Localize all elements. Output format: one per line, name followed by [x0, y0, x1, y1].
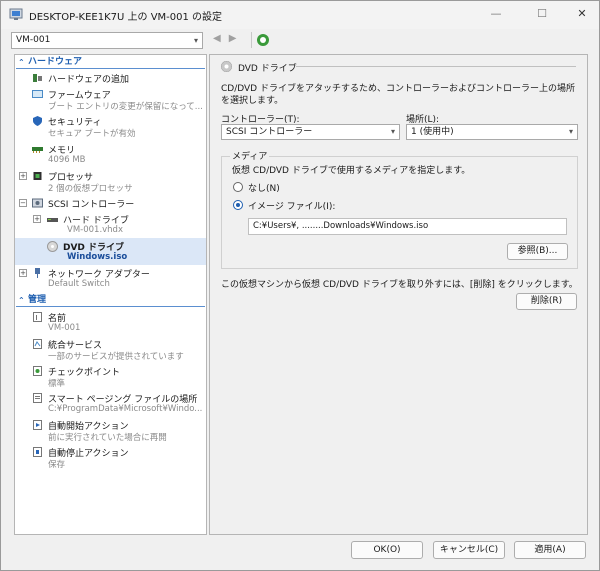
tree-item-sub: Windows.iso: [67, 252, 128, 262]
scsi-controller-icon: [32, 198, 43, 208]
hardware-header-label: ハードウェア: [28, 57, 83, 67]
hardware-section-header[interactable]: ⌃ ハードウェア: [16, 56, 205, 69]
dvd-drive-panel: DVD ドライブ CD/DVD ドライブをアタッチするため、コントローラーおよび…: [209, 54, 588, 535]
integration-services-icon: [33, 339, 42, 349]
tree-item-dvd-drive[interactable]: DVD ドライブ Windows.iso: [15, 238, 206, 265]
network-adapter-icon: [35, 268, 40, 278]
tree-item-label: ハードウェアの追加: [48, 75, 130, 85]
tree-item-network-adapter[interactable]: + ネットワーク アダプター Default Switch: [15, 265, 206, 292]
dvd-disc-icon: [221, 61, 232, 72]
collapse-caret-icon: ⌃: [18, 296, 25, 305]
close-button[interactable]: ✕: [567, 5, 597, 23]
toolbar-divider: [251, 32, 252, 48]
management-section-header[interactable]: ⌃ 管理: [16, 294, 205, 307]
minimize-button[interactable]: —: [481, 5, 511, 23]
smart-paging-icon: [33, 393, 42, 403]
tree-item-sub: 保存: [48, 460, 66, 470]
memory-icon: [32, 147, 43, 153]
shield-icon: [33, 116, 42, 126]
hard-drive-icon: [47, 218, 58, 222]
expand-icon[interactable]: +: [19, 172, 27, 180]
tree-item-sub: 4096 MB: [48, 155, 86, 165]
none-radio[interactable]: [233, 182, 243, 192]
title-bar: DESKTOP-KEE1K7U 上の VM-001 の設定 — ☐ ✕: [1, 1, 599, 29]
forward-arrow-icon[interactable]: ▶: [229, 33, 237, 44]
svg-text:I: I: [36, 314, 38, 322]
auto-start-icon: [33, 420, 42, 430]
tree-item-sub: Default Switch: [48, 279, 110, 289]
tree-item-hard-drive[interactable]: + ハード ドライブ VM-001.vhdx: [15, 211, 206, 238]
window-title: DESKTOP-KEE1K7U 上の VM-001 の設定: [29, 12, 223, 23]
chevron-down-icon: ▾: [568, 127, 573, 136]
tree-item-sub: ブート エントリの変更が保留になって...: [48, 102, 203, 112]
dvd-disc-icon: [47, 241, 58, 252]
tree-item-sub: 標準: [48, 379, 66, 389]
tree-item-sub: 2 個の仮想プロセッサ: [48, 184, 133, 194]
media-legend: メディア: [230, 149, 270, 162]
remove-button[interactable]: 削除(R): [516, 293, 577, 310]
settings-window: DESKTOP-KEE1K7U 上の VM-001 の設定 — ☐ ✕ VM-0…: [0, 0, 600, 571]
auto-stop-icon: [33, 447, 42, 457]
expand-icon[interactable]: +: [19, 269, 27, 277]
panel-title-rule: [296, 66, 576, 67]
tree-item-memory[interactable]: メモリ 4096 MB: [15, 141, 206, 168]
image-path-input[interactable]: C:¥Users¥, ........Downloads¥Windows.iso: [248, 218, 567, 235]
cancel-button[interactable]: キャンセル(C): [433, 541, 505, 559]
checkpoint-icon: [33, 366, 42, 376]
panel-title: DVD ドライブ: [238, 64, 297, 74]
chevron-down-icon: ▾: [390, 127, 395, 136]
collapse-caret-icon: ⌃: [18, 58, 25, 67]
remove-description: この仮想マシンから仮想 CD/DVD ドライブを取り外すには、[削除] をクリッ…: [221, 280, 578, 290]
vm-selector-value: VM-001: [16, 35, 51, 45]
tree-item-label: SCSI コントローラー: [48, 200, 135, 210]
tree-item-auto-start[interactable]: 自動開始アクション 前に実行されていた場合に再開: [15, 417, 206, 444]
ok-button[interactable]: OK(O): [351, 541, 423, 559]
firmware-icon: [32, 90, 43, 98]
nav-arrows: ◀ ▶: [213, 33, 244, 44]
tree-item-add-hardware[interactable]: ハードウェアの追加: [15, 70, 206, 87]
refresh-icon[interactable]: [257, 34, 269, 46]
vm-selector[interactable]: VM-001 ▾: [11, 32, 203, 49]
tree-item-smart-paging[interactable]: スマート ページング ファイルの場所 C:¥ProgramData¥Micros…: [15, 390, 206, 417]
tree-item-auto-stop[interactable]: 自動停止アクション 保存: [15, 444, 206, 471]
tree-item-sub: 一部のサービスが提供されています: [48, 352, 184, 362]
settings-tree: ⌃ ハードウェア ハードウェアの追加 ファームウェア ブート エントリの変更が保…: [14, 54, 207, 535]
panel-description: CD/DVD ドライブをアタッチするため、コントローラーおよびコントローラー上の…: [221, 84, 575, 106]
tree-item-processor[interactable]: + プロセッサ 2 個の仮想プロセッサ: [15, 168, 206, 195]
tree-item-sub: VM-001.vhdx: [67, 225, 123, 235]
tree-item-sub: 前に実行されていた場合に再開: [48, 433, 167, 443]
media-instruction: 仮想 CD/DVD ドライブで使用するメディアを指定します。: [232, 166, 471, 176]
tree-item-integration-services[interactable]: 統合サービス 一部のサービスが提供されています: [15, 336, 206, 363]
tree-item-sub: セキュア ブートが有効: [48, 129, 136, 139]
management-header-label: 管理: [28, 295, 47, 305]
hyperv-settings-icon: [9, 8, 23, 20]
chevron-down-icon: ▾: [193, 36, 198, 45]
collapse-icon[interactable]: −: [19, 199, 27, 207]
location-select-value: 1 (使用中): [411, 127, 454, 137]
browse-button[interactable]: 参照(B)...: [507, 243, 568, 260]
tree-item-sub: VM-001: [48, 323, 81, 333]
controller-select-value: SCSI コントローラー: [226, 127, 313, 137]
image-file-radio[interactable]: [233, 200, 243, 210]
tree-item-firmware[interactable]: ファームウェア ブート エントリの変更が保留になって...: [15, 86, 206, 113]
controller-select[interactable]: SCSI コントローラー ▾: [221, 124, 400, 140]
tree-item-scsi-controller[interactable]: − SCSI コントローラー: [15, 195, 206, 211]
image-file-radio-label[interactable]: イメージ ファイル(I):: [248, 199, 335, 212]
tree-item-sub: C:¥ProgramData¥Microsoft¥Windo...: [48, 404, 203, 414]
processor-icon: [33, 172, 42, 180]
none-radio-label[interactable]: なし(N): [248, 181, 280, 194]
location-select[interactable]: 1 (使用中) ▾: [406, 124, 578, 140]
apply-button[interactable]: 適用(A): [514, 541, 586, 559]
expand-icon[interactable]: +: [33, 215, 41, 223]
tree-item-security[interactable]: セキュリティ セキュア ブートが有効: [15, 113, 206, 140]
add-hardware-icon: [33, 74, 42, 82]
tree-item-checkpoint[interactable]: チェックポイント 標準: [15, 363, 206, 390]
back-arrow-icon[interactable]: ◀: [213, 33, 221, 44]
tree-item-name[interactable]: I 名前 VM-001: [15, 309, 206, 336]
name-icon: I: [33, 312, 42, 322]
maximize-button[interactable]: ☐: [527, 5, 557, 23]
